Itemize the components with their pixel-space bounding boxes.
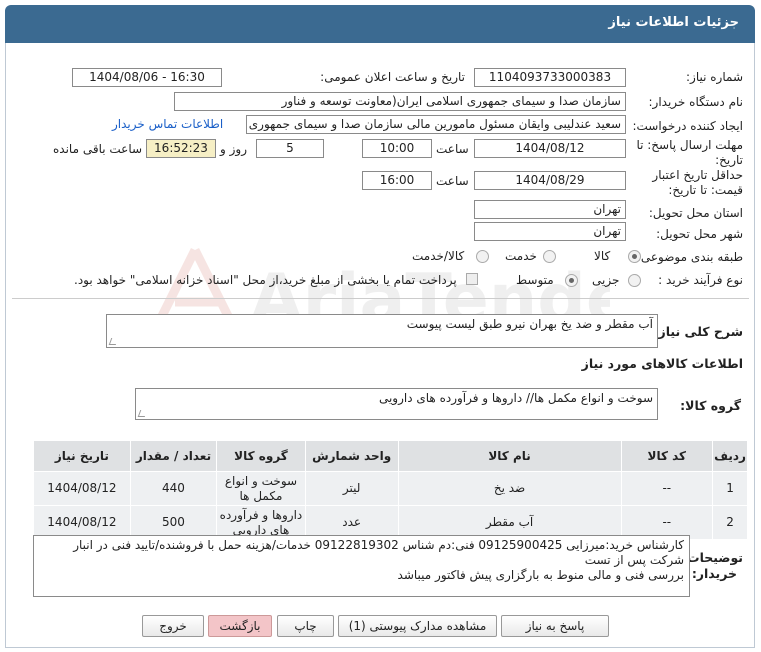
buyer-notes-label-2: خریدار:: [691, 566, 737, 581]
province-field[interactable]: تهران: [474, 200, 626, 219]
creator-field[interactable]: سعید عندلیبی وایقان مسئول مامورین مالی س…: [246, 115, 626, 134]
announce-date-field[interactable]: 1404/08/06 - 16:30: [72, 68, 222, 87]
validity-label-1: حداقل تاریخ اعتبار: [652, 168, 743, 182]
summary-textarea[interactable]: آب مقطر و ضد یخ بهران نیرو طبق لیست پیوس…: [106, 314, 658, 348]
deadline-label-2: تاریخ:: [715, 153, 743, 167]
goods-group-label: گروه کالا:: [680, 398, 741, 413]
print-button[interactable]: چاپ: [277, 615, 334, 637]
category-radio-goods[interactable]: [628, 250, 641, 263]
cell-date: 1404/08/12: [33, 471, 131, 506]
cell-code: --: [620, 471, 714, 506]
category-label: طبقه بندی موضوعی:: [636, 250, 743, 264]
remaining-time-field[interactable]: 16:52:23: [146, 139, 216, 158]
buyer-contact-link[interactable]: اطلاعات تماس خریدار: [112, 117, 223, 131]
col-name: نام کالا: [397, 440, 622, 472]
days-remaining-field[interactable]: 5: [256, 139, 324, 158]
process-label: نوع فرآیند خرید :: [658, 273, 743, 287]
deadline-date-field[interactable]: 1404/08/12: [474, 139, 626, 158]
goods-table: ردیف کد کالا نام کالا واحد شمارش گروه کا…: [33, 440, 748, 540]
deadline-time-field[interactable]: 10:00: [362, 139, 432, 158]
exit-button[interactable]: خروج: [142, 615, 204, 637]
validity-date-field[interactable]: 1404/08/29: [474, 171, 626, 190]
view-attachments-button[interactable]: مشاهده مدارک پیوستی (1): [338, 615, 497, 637]
cell-name: ضد یخ: [397, 471, 622, 506]
cell-index: 1: [712, 471, 748, 506]
deadline-label-1: مهلت ارسال پاسخ: تا: [636, 138, 743, 152]
page-title: جزئیات اطلاعات نیاز: [608, 15, 739, 30]
process-radio-medium[interactable]: [565, 274, 578, 287]
validity-time-label: ساعت: [436, 174, 469, 188]
buyer-org-field[interactable]: سازمان صدا و سیمای جمهوری اسلامی ایران(م…: [174, 92, 626, 111]
validity-label-2: قیمت: تا تاریخ:: [668, 183, 743, 197]
category-radio-goods-service[interactable]: [476, 250, 489, 263]
goods-section-title: اطلاعات کالاهای مورد نیاز: [581, 356, 743, 371]
buyer-notes-line-2: شرکت پس از تست: [584, 553, 684, 567]
deadline-time-label: ساعت: [436, 142, 469, 156]
buyer-org-label: نام دستگاه خریدار:: [648, 95, 744, 109]
city-field[interactable]: تهران: [474, 222, 626, 241]
remaining-time-label: ساعت باقی مانده: [53, 142, 143, 156]
summary-label: شرح کلی نیاز:: [653, 324, 743, 339]
buyer-notes-textarea[interactable]: کارشناس خرید:میرزایی 09125900425 فنی:دم …: [33, 535, 690, 597]
need-number-label: شماره نیاز:: [686, 70, 743, 84]
category-option-service: خدمت: [505, 249, 537, 263]
table-row[interactable]: 1 -- ضد یخ لیتر سوخت و انواع مکمل ها 440…: [33, 471, 748, 506]
treasury-payment-checkbox[interactable]: [466, 273, 478, 285]
divider: [12, 298, 749, 299]
cell-index: 2: [712, 505, 748, 540]
category-option-goods: کالا: [594, 249, 611, 263]
province-label: استان محل تحویل:: [648, 206, 743, 220]
cell-qty: 440: [129, 471, 218, 506]
buyer-notes-line-3: بررسی فنی و مالی منوط به بارگزاری پیش فا…: [397, 568, 684, 582]
treasury-payment-note: پرداخت تمام یا بخشی از مبلغ خرید،از محل …: [74, 273, 457, 287]
process-option-medium: متوسط: [516, 273, 554, 287]
category-radio-service[interactable]: [543, 250, 556, 263]
col-date: تاریخ نیاز: [33, 440, 131, 472]
days-label: روز و: [220, 142, 247, 156]
col-code: کد کالا: [620, 440, 714, 472]
page-header: جزئیات اطلاعات نیاز: [5, 5, 755, 43]
cell-unit: لیتر: [304, 471, 399, 506]
back-button[interactable]: بازگشت: [208, 615, 272, 637]
buyer-notes-line-1: کارشناس خرید:میرزایی 09125900425 فنی:دم …: [73, 538, 684, 552]
col-group: گروه کالا: [216, 440, 306, 472]
col-unit: واحد شمارش: [304, 440, 399, 472]
category-option-goods-service: کالا/خدمت: [412, 249, 465, 263]
goods-group-textarea[interactable]: سوخت و انواع مکمل ها// داروها و فرآورده …: [135, 388, 658, 420]
process-option-minor: جزیی: [592, 273, 620, 287]
need-number-field[interactable]: 1104093733000383: [474, 68, 626, 87]
process-radio-minor[interactable]: [628, 274, 641, 287]
col-index: ردیف: [712, 440, 748, 472]
goods-table-header: ردیف کد کالا نام کالا واحد شمارش گروه کا…: [33, 440, 748, 472]
validity-time-field[interactable]: 16:00: [362, 171, 432, 190]
announce-date-label: تاریخ و ساعت اعلان عمومی:: [320, 70, 465, 84]
reply-button[interactable]: پاسخ به نیاز: [501, 615, 609, 637]
city-label: شهر محل تحویل:: [656, 227, 743, 241]
cell-group: سوخت و انواع مکمل ها: [216, 471, 306, 506]
col-qty: تعداد / مقدار: [129, 440, 218, 472]
creator-label: ایجاد کننده درخواست:: [632, 119, 743, 133]
buyer-notes-label-1: توضیحات: [687, 550, 743, 565]
